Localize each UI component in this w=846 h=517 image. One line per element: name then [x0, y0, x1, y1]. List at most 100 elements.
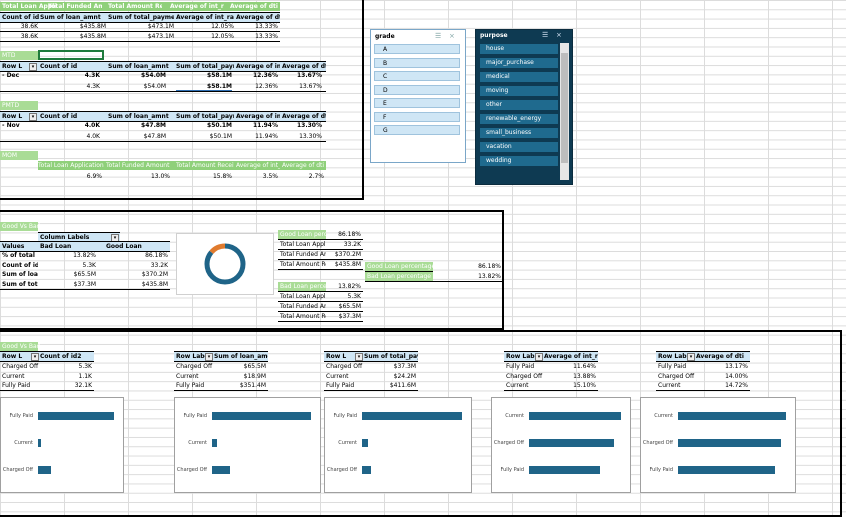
table-row: Current 1.1K [0, 372, 94, 381]
col-header: Total Loan Applications [38, 162, 104, 169]
slicer-item-c[interactable]: C [374, 71, 460, 81]
scrollbar-thumb[interactable] [561, 53, 568, 163]
side-label-cell: Bad Loan percentage [365, 272, 433, 281]
cell: 13.0% [150, 173, 170, 180]
cell: 38.6K [20, 23, 38, 30]
col-header: Sum of loan_amnt [108, 63, 169, 70]
cell: $54.0M [141, 72, 166, 79]
row-label: Count of id [2, 261, 38, 269]
slicer-item-major-purchase[interactable]: major_purchase [480, 58, 558, 68]
slicer-item-e[interactable]: E [374, 98, 460, 108]
slicer-item-medical[interactable]: medical [480, 72, 558, 82]
value-header: Count of id2 [40, 353, 82, 360]
divider [365, 281, 503, 282]
table-row: Fully Paid 32.1K [0, 381, 94, 391]
cell: $351.4M [239, 382, 266, 389]
kpi-value: $435.8M [334, 261, 361, 268]
row-label: Charged Off [176, 363, 213, 370]
cell: 11.94% [255, 133, 278, 140]
cell: 13.33% [255, 33, 278, 40]
slicer-item-other[interactable]: other [480, 100, 558, 110]
purpose-slicer[interactable]: purpose ☰ ⨯ house major_purchase medical mo… [475, 29, 573, 185]
cell: 13.33% [255, 23, 278, 30]
multi-select-icon[interactable]: ☰ [435, 32, 441, 40]
filter-dropdown-icon[interactable]: ▾ [205, 353, 213, 361]
slicer-item-moving[interactable]: moving [480, 86, 558, 96]
row-label: Current [2, 372, 25, 380]
table-row: Current $18.9M [174, 372, 268, 381]
kpi-row: Total Loan Applications 33.2K [278, 240, 363, 250]
col-header: Sum of total_payment [176, 63, 234, 70]
clear-filter-icon[interactable]: ⨯ [556, 31, 562, 39]
col-header: Sum of loan_amnt [108, 113, 169, 120]
row-label-header: Row L [2, 63, 23, 70]
status-bar-chart[interactable]: Current Charged Off Fully Paid [491, 397, 631, 493]
chart-bar [212, 412, 311, 420]
filter-dropdown-icon[interactable]: ▾ [31, 353, 39, 361]
kpi-label: Total Loan Applications [280, 241, 326, 248]
slicer-item-small-business[interactable]: small_business [480, 128, 558, 138]
hdr-cell: Total Amount Received [108, 3, 162, 10]
slicer-item-b[interactable]: B [374, 57, 460, 68]
col-header: Sum of total_payment [176, 113, 234, 120]
bad-loan-kpi-box: Bad Loan percentage 13.82% Total Loan Appl… [278, 282, 363, 324]
filter-dropdown-icon[interactable]: ▾ [687, 353, 695, 361]
row-label: % of total [2, 252, 35, 259]
scrollbar[interactable] [560, 43, 569, 180]
slicer-item-f[interactable]: F [374, 111, 460, 122]
multi-select-icon[interactable]: ☰ [542, 31, 548, 39]
cell: 1.1K [78, 372, 92, 380]
slicer-item-a[interactable]: A [374, 44, 460, 54]
chart-category-label: Current [14, 440, 33, 446]
status-bar-chart[interactable]: Fully Paid Current Charged Off [324, 397, 472, 493]
col-header: Average of int_rate [236, 162, 280, 169]
chart-bar [38, 412, 114, 420]
grade-slicer[interactable]: grade ☰ ⨯ ABCDEFG [370, 29, 466, 163]
kpi-label: Total Loan Applications [280, 293, 326, 300]
kpi-label: Good Loan percentage [278, 230, 326, 239]
slicer-item-wedding[interactable]: wedding [480, 156, 558, 166]
col-header: Average of dti [236, 14, 280, 21]
row-label: Charged Off [2, 363, 39, 370]
filter-dropdown-icon[interactable]: ▾ [535, 353, 543, 361]
status-bar-chart[interactable]: Fully Paid Current Charged Off [0, 397, 124, 493]
chart-bar [362, 439, 368, 447]
status-bar-chart[interactable]: Fully Paid Current Charged Off [174, 397, 321, 493]
row-label: Charged Off [506, 372, 543, 380]
selected-cell[interactable] [38, 50, 104, 60]
slicer-item-vacation[interactable]: vacation [480, 142, 558, 152]
chart-category-label: Charged Off [176, 467, 207, 473]
status-bar-chart[interactable]: Current Charged Off Fully Paid [640, 397, 796, 493]
table-row: Current 14.72% [656, 381, 750, 391]
row-label: Fully Paid [326, 382, 355, 389]
cell: 2.7% [308, 173, 324, 180]
chart-bar [212, 466, 231, 474]
chart-category-label: Charged Off [493, 440, 524, 446]
col-header: Values [2, 243, 25, 250]
kpi-label: Total Amount Received [280, 313, 326, 320]
row-label: Fully Paid [176, 382, 205, 389]
cell: 13.67% [299, 83, 322, 90]
slicer-item-renewable-energy[interactable]: renewable_energy [480, 114, 558, 124]
good-bad-label-cell: Good Vs Bad [0, 222, 40, 231]
chart-bar [362, 466, 372, 474]
cell: 5.3K [82, 261, 96, 269]
cell: $370.2M [141, 271, 168, 278]
cell: $473.1M [147, 23, 174, 30]
cell: $37.3M [393, 363, 416, 370]
kpi-value: 86.18% [338, 231, 361, 238]
donut-chart[interactable] [176, 233, 274, 295]
clear-filter-icon[interactable]: ⨯ [449, 32, 455, 40]
slicer-item-g[interactable]: G [374, 125, 460, 135]
slicer-item-d[interactable]: D [374, 84, 460, 95]
value-header: Average of dti [696, 353, 744, 360]
table-row: Count of id 5.3K 33.2K [0, 261, 170, 270]
cell: 32.1K [74, 382, 92, 389]
table-row: Charged Off $37.3M [324, 362, 418, 371]
filter-dropdown-icon[interactable]: ▾ [29, 113, 37, 121]
slicer-item-house[interactable]: house [480, 44, 558, 54]
cell: 13.67% [297, 72, 322, 79]
filter-dropdown-icon[interactable]: ▾ [355, 353, 363, 361]
filter-dropdown-icon[interactable]: ▾ [29, 63, 37, 71]
col-header: Average of int_rate [236, 63, 280, 70]
